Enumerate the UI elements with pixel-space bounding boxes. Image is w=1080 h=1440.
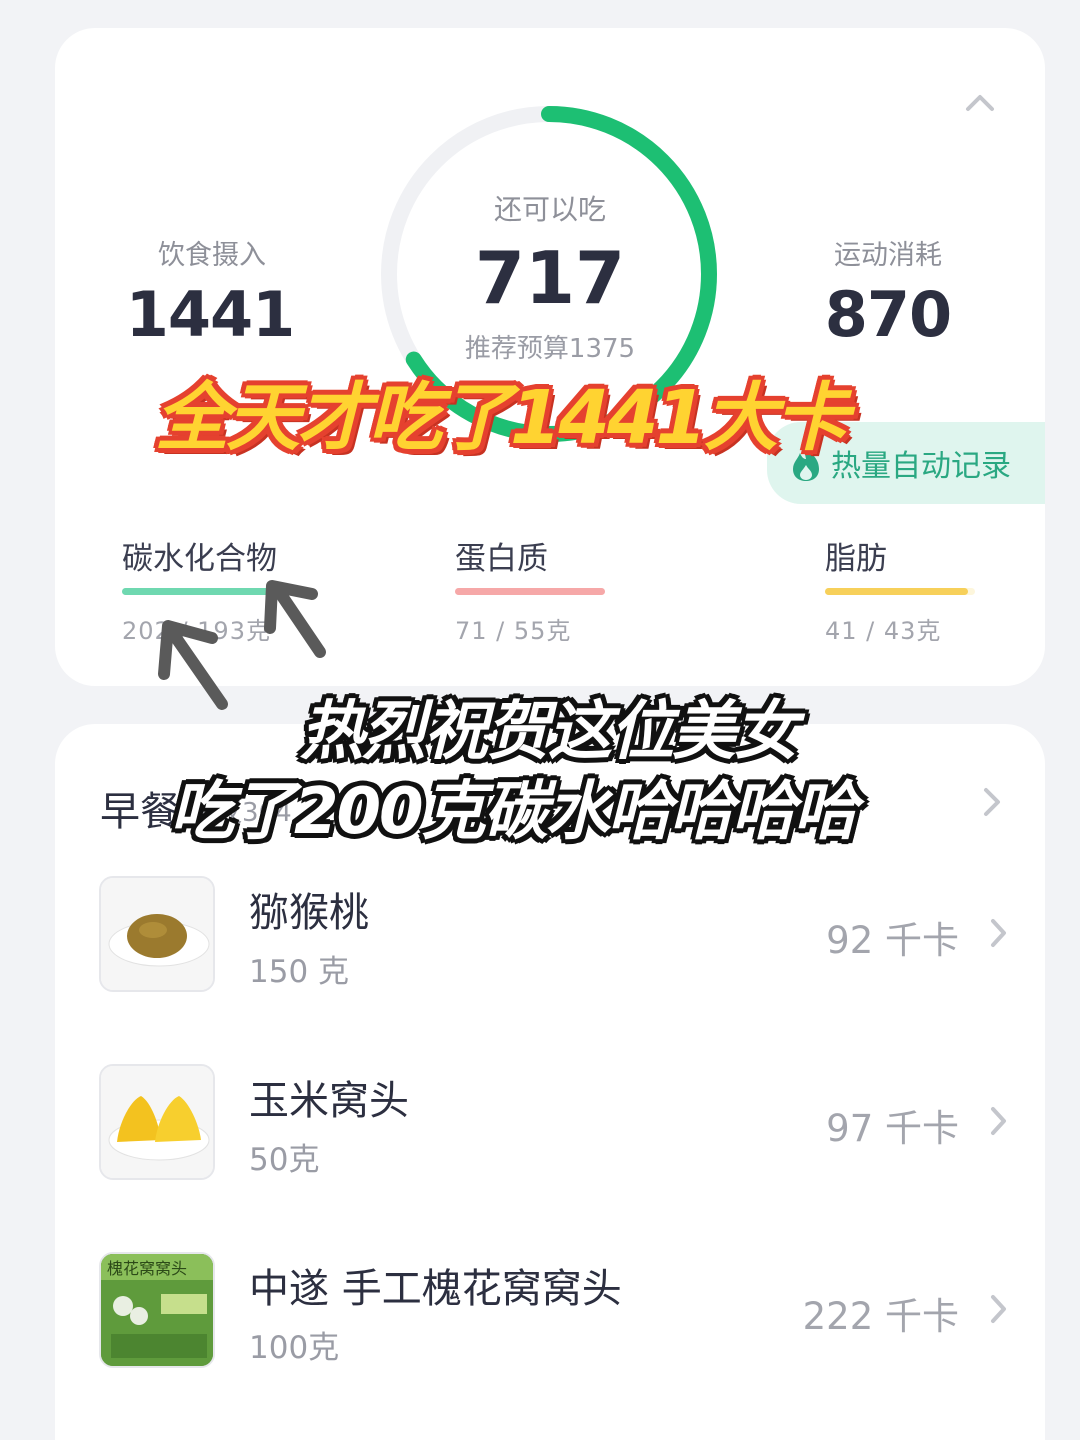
remaining-label: 还可以吃 xyxy=(493,193,606,226)
food-name: 玉米窝头 xyxy=(249,1078,409,1124)
chevron-right-icon xyxy=(991,919,1006,947)
macro-carbs-label: 碳水化合物 xyxy=(122,541,277,577)
food-amount: 100克 xyxy=(249,1330,340,1366)
caption-congrats: 热烈祝贺这位美女 xyxy=(300,695,798,769)
macro-protein-label: 蛋白质 xyxy=(455,541,548,577)
food-calories: 97 千卡 xyxy=(826,1107,959,1150)
svg-text:槐花窝窝头: 槐花窝窝头 xyxy=(107,1259,187,1278)
food-calories: 92 千卡 xyxy=(826,919,959,962)
macro-carbs-bar xyxy=(122,588,272,595)
exercise-value: 870 xyxy=(824,278,952,351)
meal-title: 早餐 xyxy=(100,789,180,835)
chevron-right-icon xyxy=(991,1107,1006,1135)
macro-protein-bar xyxy=(455,588,605,595)
food-calories: 222 千卡 xyxy=(802,1295,959,1338)
food-amount: 150 克 xyxy=(249,954,350,990)
kiwi-image xyxy=(99,876,215,992)
arrow-annotation-icon xyxy=(264,580,326,658)
sophora-bun-package-image: 槐花窝窝头 xyxy=(99,1252,215,1368)
remaining-value: 717 xyxy=(474,236,626,320)
food-amount: 50克 xyxy=(249,1142,320,1178)
caption-calories: 全天才吃了1441大卡 xyxy=(155,375,849,461)
intake-label: 饮食摄入 xyxy=(158,240,266,271)
food-name: 猕猴桃 xyxy=(249,890,369,936)
macro-fat-label: 脂肪 xyxy=(825,541,887,577)
chevron-right-icon xyxy=(991,1295,1006,1323)
food-item-sophora-bun[interactable]: 槐花窝窝头 中遂 手工槐花窝窝头 100克 222 千卡 xyxy=(99,1252,1009,1372)
food-name: 中遂 手工槐花窝窝头 xyxy=(249,1266,622,1312)
macro-protein-amount: 71 / 55克 xyxy=(455,617,572,645)
exercise-label: 运动消耗 xyxy=(834,240,942,271)
arrow-annotation-icon xyxy=(158,620,228,710)
macro-fat-amount: 41 / 43克 xyxy=(825,617,942,645)
food-item-kiwi[interactable]: 猕猴桃 150 克 92 千卡 xyxy=(99,876,1009,996)
food-item-corn-bun[interactable]: 玉米窝头 50克 97 千卡 xyxy=(99,1064,1009,1184)
corn-bun-image xyxy=(99,1064,215,1180)
macro-fat-bar xyxy=(825,588,975,595)
chevron-up-icon[interactable] xyxy=(960,83,1000,123)
caption-carbs: 吃了200克碳水哈哈哈哈 xyxy=(170,775,858,849)
calorie-summary-card: 饮食摄入 1441 还可以吃 717 推荐预算1375 运动消耗 870 热量自… xyxy=(55,28,1045,686)
intake-value: 1441 xyxy=(125,278,296,351)
